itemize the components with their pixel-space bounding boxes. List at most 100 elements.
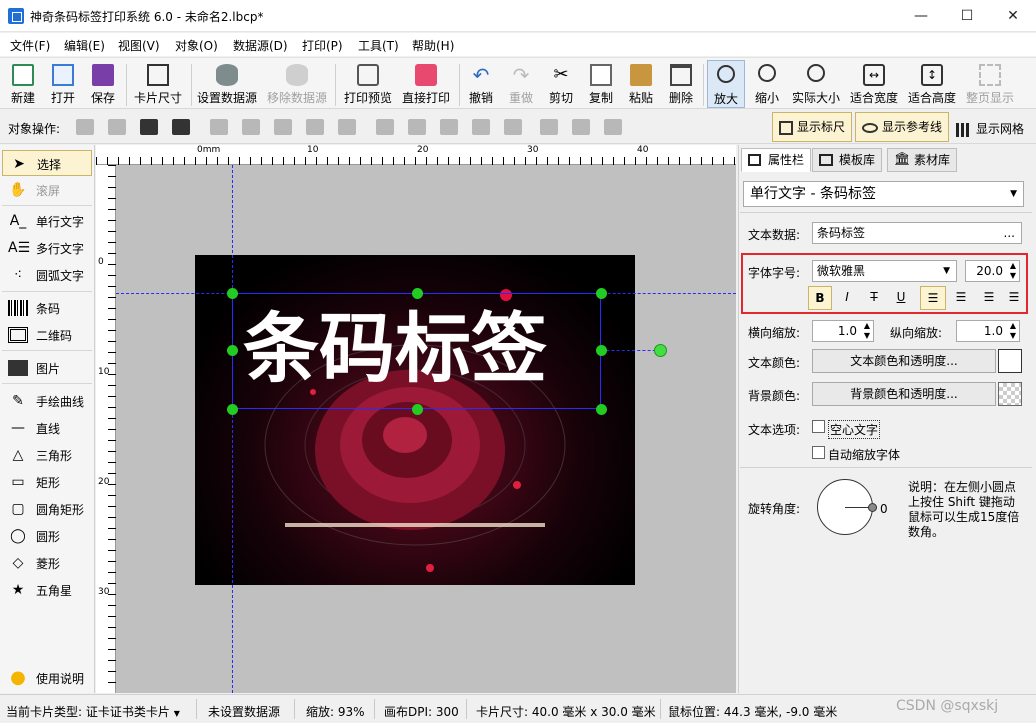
spinner-arrows-icon[interactable]: ▲ ▼ <box>864 321 870 341</box>
align-left-icon[interactable] <box>210 119 228 135</box>
close-button[interactable]: ✕ <box>990 0 1036 32</box>
resize-handle[interactable] <box>412 288 423 299</box>
strikethrough-button[interactable]: T <box>862 286 886 310</box>
auto-shrink-checkbox[interactable] <box>812 446 825 459</box>
spinner-arrows-icon[interactable]: ▲ ▼ <box>1010 321 1016 341</box>
tool-multi-text[interactable]: A☰ 多行文字 <box>2 235 92 261</box>
hscale-spinner[interactable]: 1.0 ▲ ▼ <box>812 320 874 342</box>
menu-object[interactable]: 对象(O) <box>175 37 218 54</box>
hollow-text-checkbox[interactable] <box>812 420 825 433</box>
delete-button[interactable]: 删除 <box>662 60 700 108</box>
align-bottom-icon[interactable] <box>440 119 458 135</box>
tool-single-text[interactable]: A_ 单行文字 <box>2 208 92 234</box>
align-right-button[interactable]: ☰ <box>976 286 1002 310</box>
copy-button[interactable]: 复制 <box>582 60 620 108</box>
tool-barcode[interactable]: 条码 <box>2 295 92 321</box>
minimize-button[interactable]: — <box>898 0 944 32</box>
tool-image[interactable]: 图片 <box>2 355 92 381</box>
auto-shrink-label[interactable]: 自动缩放字体 <box>828 446 900 463</box>
bg-color-swatch[interactable] <box>998 382 1022 406</box>
menu-datasource[interactable]: 数据源(D) <box>233 37 288 54</box>
actual-size-button[interactable]: 实际大小 <box>788 60 844 108</box>
redo-button[interactable]: ↷ 重做 <box>502 60 540 108</box>
object-type-select[interactable]: 单行文字 - 条码标签 ▼ <box>743 181 1024 207</box>
tab-properties[interactable]: 属性栏 <box>741 148 812 172</box>
bg-color-button[interactable]: 背景颜色和透明度... <box>812 382 996 406</box>
rotation-knob[interactable] <box>868 503 877 512</box>
bring-front-icon[interactable] <box>76 119 94 135</box>
align-left-button[interactable]: ☰ <box>920 286 946 310</box>
text-color-button[interactable]: 文本颜色和透明度... <box>812 349 996 373</box>
resize-handle[interactable] <box>596 345 607 356</box>
open-button[interactable]: 打开 <box>44 60 82 108</box>
menu-file[interactable]: 文件(F) <box>10 37 50 54</box>
lock-icon[interactable] <box>604 119 622 135</box>
align-middle-icon[interactable] <box>408 119 426 135</box>
card-size-button[interactable]: 卡片尺寸 <box>130 60 186 108</box>
maximize-button[interactable]: ☐ <box>944 0 990 32</box>
remove-datasource-button[interactable]: 移除数据源 <box>264 60 330 108</box>
align-center-button[interactable]: ☰ <box>948 286 974 310</box>
print-preview-button[interactable]: 打印预览 <box>340 60 396 108</box>
resize-handle[interactable] <box>227 288 238 299</box>
rotation-dial[interactable] <box>817 479 877 535</box>
align-right-icon[interactable] <box>274 119 292 135</box>
same-width-icon[interactable] <box>338 119 356 135</box>
fit-width-button[interactable]: ↔ 适合宽度 <box>846 60 902 108</box>
bring-forward-icon[interactable] <box>108 119 126 135</box>
italic-button[interactable]: I <box>835 286 859 310</box>
text-data-more-button[interactable]: ... <box>1004 223 1015 243</box>
direct-print-button[interactable]: 直接打印 <box>398 60 454 108</box>
undo-button[interactable]: ↶ 撤销 <box>462 60 500 108</box>
layers-icon[interactable] <box>140 119 158 135</box>
text-data-input[interactable]: 条码标签... <box>812 222 1022 244</box>
resize-handle[interactable] <box>227 345 238 356</box>
tool-diamond[interactable]: ◇ 菱形 <box>2 550 92 576</box>
tool-rounded-rect[interactable]: ▢ 圆角矩形 <box>2 496 92 522</box>
show-grid-toggle[interactable]: 显示网格 <box>956 120 1024 137</box>
spinner-arrows-icon[interactable]: ▲ ▼ <box>1010 261 1016 281</box>
resize-handle[interactable] <box>596 288 607 299</box>
full-page-button[interactable]: 整页显示 <box>962 60 1018 108</box>
cut-button[interactable]: ✂ 剪切 <box>542 60 580 108</box>
justify-button[interactable]: ☰ <box>1002 286 1026 310</box>
show-guides-toggle[interactable]: 显示参考线 <box>855 112 949 142</box>
tool-qrcode[interactable]: 二维码 <box>2 322 92 348</box>
help-button[interactable]: ● 使用说明 <box>2 665 92 691</box>
menu-edit[interactable]: 编辑(E) <box>64 37 105 54</box>
menu-print[interactable]: 打印(P) <box>302 37 343 54</box>
menu-help[interactable]: 帮助(H) <box>412 37 454 54</box>
text-color-swatch[interactable] <box>998 349 1022 373</box>
new-button[interactable]: 新建 <box>4 60 42 108</box>
paste-button[interactable]: 粘贴 <box>622 60 660 108</box>
tool-triangle[interactable]: △ 三角形 <box>2 442 92 468</box>
menu-tools[interactable]: 工具(T) <box>358 37 399 54</box>
font-family-select[interactable]: 微软雅黑 ▼ <box>812 260 957 282</box>
tool-star[interactable]: ★ 五角星 <box>2 577 92 603</box>
bold-button[interactable]: B <box>808 286 832 310</box>
guide-line-vertical[interactable] <box>232 165 233 693</box>
tool-select[interactable]: ➤ 选择 <box>2 150 92 176</box>
send-back-icon[interactable] <box>172 119 190 135</box>
show-ruler-toggle[interactable]: 显示标尺 <box>772 112 852 142</box>
card-type-status[interactable]: 当前卡片类型: 证卡证书类卡片 ▼ <box>6 703 180 720</box>
resize-handle[interactable] <box>227 404 238 415</box>
tool-rectangle[interactable]: ▭ 矩形 <box>2 469 92 495</box>
tab-materials[interactable]: 🏛 素材库 <box>887 148 958 172</box>
align-top-icon[interactable] <box>376 119 394 135</box>
tool-circle[interactable]: ◯ 圆形 <box>2 523 92 549</box>
menu-view[interactable]: 视图(V) <box>118 37 160 54</box>
zoom-in-button[interactable]: 放大 <box>707 60 745 108</box>
group-icon[interactable] <box>540 119 558 135</box>
distribute-v-icon[interactable] <box>472 119 490 135</box>
ungroup-icon[interactable] <box>572 119 590 135</box>
set-datasource-button[interactable]: 设置数据源 <box>194 60 260 108</box>
underline-button[interactable]: U <box>889 286 913 310</box>
zoom-out-button[interactable]: 缩小 <box>748 60 786 108</box>
hollow-text-label[interactable]: 空心文字 <box>828 420 881 439</box>
vscale-spinner[interactable]: 1.0 ▲ ▼ <box>956 320 1020 342</box>
distribute-h-icon[interactable] <box>306 119 324 135</box>
tool-arc-text[interactable]: ⁖ 圆弧文字 <box>2 262 92 288</box>
same-height-icon[interactable] <box>504 119 522 135</box>
tool-line[interactable]: — 直线 <box>2 415 92 441</box>
